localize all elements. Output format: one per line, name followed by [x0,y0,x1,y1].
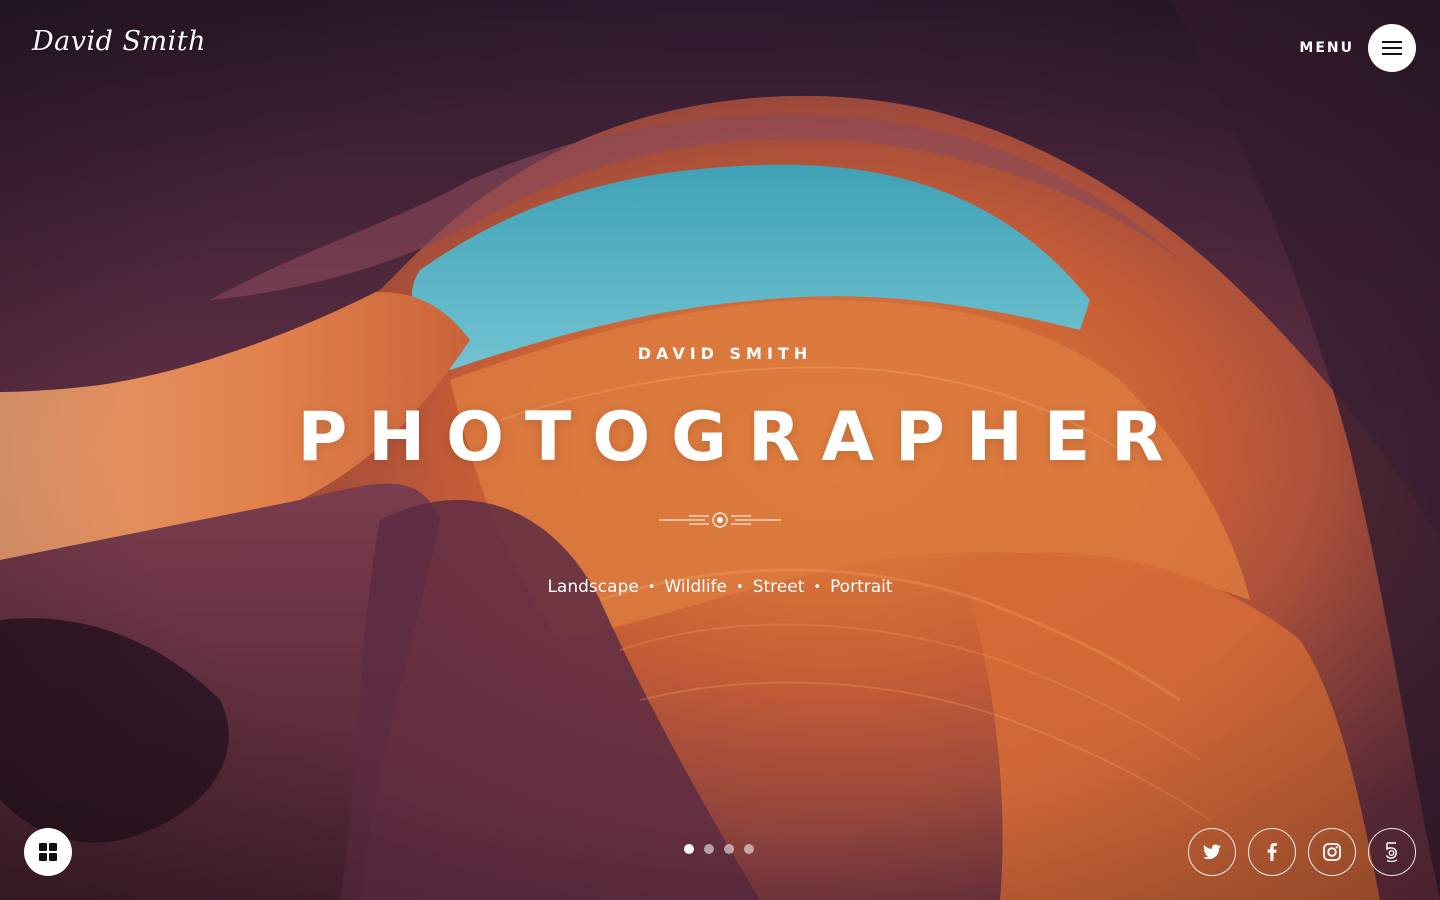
slider-pagination [684,844,754,854]
500px-link[interactable] [1368,828,1416,876]
facebook-link[interactable] [1248,828,1296,876]
category-street[interactable]: Street [753,577,805,597]
category-separator: • [647,580,656,595]
facebook-icon [1267,843,1277,861]
category-list: Landscape • Wildlife • Street • Portrait [0,576,1440,600]
grid-icon [39,843,57,861]
instagram-icon [1323,843,1341,861]
slider-dot-2[interactable] [704,844,714,854]
category-separator: • [736,580,744,595]
twitter-link[interactable] [1188,828,1236,876]
category-portrait[interactable]: Portrait [830,577,893,597]
social-links [1188,828,1416,876]
gallery-grid-button[interactable] [24,828,72,876]
slider-dot-4[interactable] [744,844,754,854]
category-landscape[interactable]: Landscape [547,577,638,597]
instagram-link[interactable] [1308,828,1356,876]
hero-subtitle: DAVID SMITH [637,344,813,363]
slider-dot-3[interactable] [724,844,734,854]
slider-dot-1[interactable] [684,844,694,854]
500px-icon [1385,842,1398,862]
hero-headline: PHOTOGRAPHER [297,398,1185,477]
category-separator: • [813,580,822,595]
ornament-divider-icon [659,510,781,534]
hero-section: David Smith MENU DAVID SMITH PHOTOGRAPHE… [0,0,1440,900]
twitter-icon [1203,844,1221,860]
category-wildlife[interactable]: Wildlife [664,577,727,597]
hero-content: DAVID SMITH PHOTOGRAPHER Landscape • Wildl… [0,0,1440,900]
